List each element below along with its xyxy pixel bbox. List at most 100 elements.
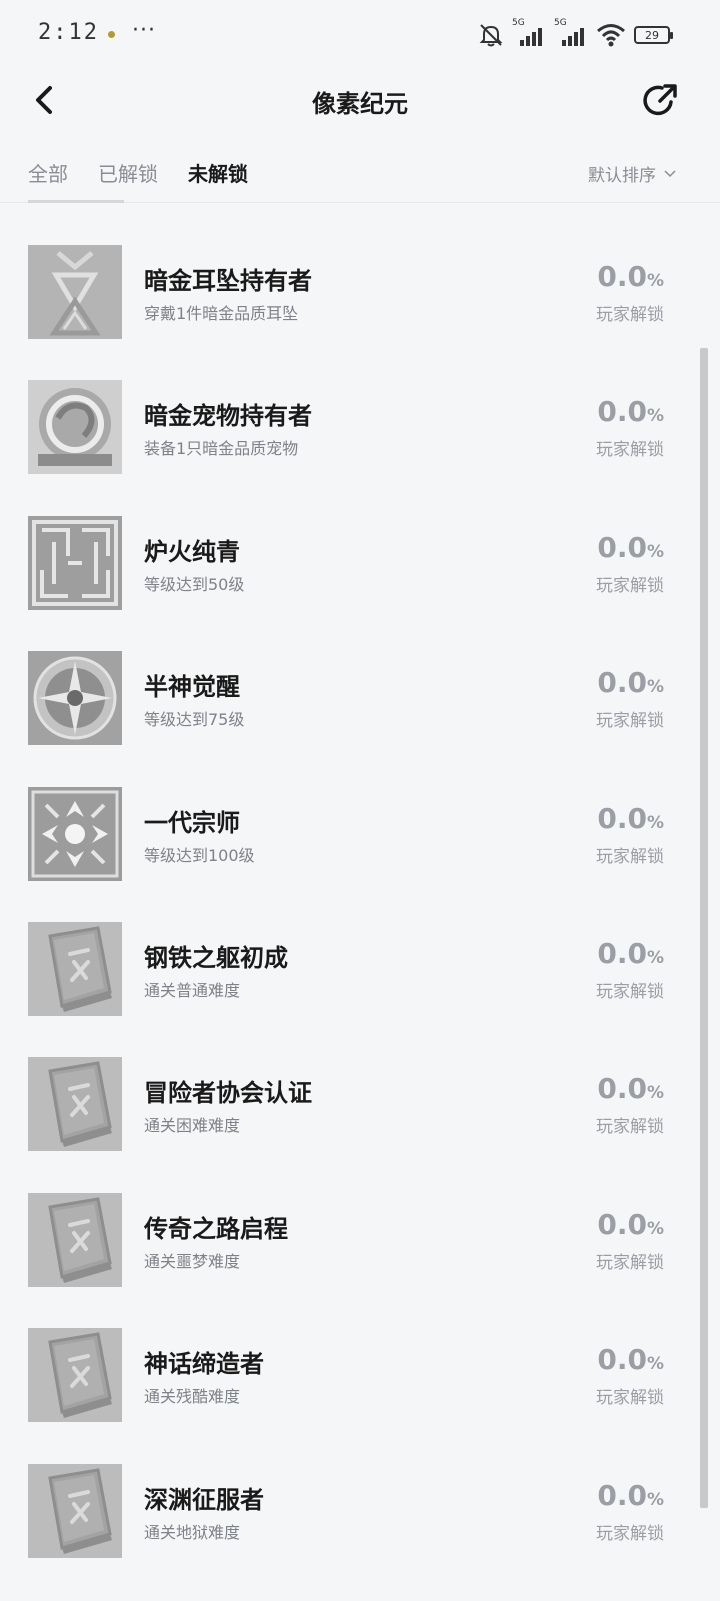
unlock-label: 玩家解锁: [596, 1252, 664, 1273]
percentage-value: 0.0: [597, 1343, 647, 1377]
unlock-percentage: 0.0%: [597, 395, 664, 428]
tab-all[interactable]: 全部: [28, 158, 68, 187]
sort-dropdown[interactable]: 默认排序: [588, 161, 676, 186]
achievement-description: 等级达到50级: [144, 574, 245, 594]
maze-icon: [28, 515, 122, 610]
achievement-title: 一代宗师: [144, 808, 240, 837]
achievement-description: 通关困难难度: [144, 1116, 241, 1136]
unlock-label: 玩家解锁: [596, 982, 664, 1002]
earring-icon: [28, 245, 122, 339]
achievement-row[interactable]: 钢铁之躯初成通关普通难度 0.0% 玩家解锁: [0, 880, 712, 1016]
battery-icon: 29: [634, 26, 673, 44]
unlock-percentage: 0.0%: [597, 666, 664, 699]
achievement-title: 深渊征服者: [144, 1485, 264, 1514]
tab-unlocked[interactable]: 已解锁: [98, 158, 158, 187]
percentage-unit: %: [646, 812, 664, 833]
rune-book-icon: [28, 1328, 122, 1423]
signal-icon: 5G: [512, 18, 546, 48]
achievement-description: 装备1只暗金品质宠物: [144, 439, 299, 459]
unlock-label: 玩家解锁: [596, 305, 664, 325]
rune-book-icon: [28, 1192, 122, 1287]
share-button[interactable]: [640, 80, 680, 120]
filter-tabs: 全部 已解锁 未解锁 默认排序: [0, 150, 720, 203]
wifi-icon: [597, 24, 625, 47]
sort-label: 默认排序: [588, 166, 656, 186]
mute-bell-icon: [479, 24, 503, 47]
achievement-row[interactable]: 一代宗师等级达到100级 0.0% 玩家解锁: [0, 745, 712, 881]
achievement-description: 等级达到100级: [144, 845, 255, 865]
compass-icon: [28, 651, 122, 746]
page-title: 像素纪元: [312, 90, 408, 118]
achievement-description: 通关普通难度: [144, 981, 241, 1000]
unlock-label: 玩家解锁: [596, 1388, 664, 1409]
pattern-icon: [28, 786, 122, 881]
percentage-value: 0.0: [597, 1207, 647, 1241]
share-icon: [643, 84, 677, 116]
tab-locked[interactable]: 未解锁: [188, 158, 248, 187]
percentage-value: 0.0: [597, 937, 647, 970]
unlock-percentage: 0.0%: [597, 802, 664, 835]
percentage-value: 0.0: [597, 1478, 647, 1512]
percentage-unit: %: [646, 1083, 664, 1104]
percentage-unit: %: [646, 948, 664, 968]
unlock-percentage: 0.0%: [597, 1479, 664, 1512]
achievement-title: 神话缔造者: [144, 1350, 264, 1379]
achievement-row[interactable]: 炉火纯青等级达到50级 0.0% 玩家解锁: [0, 474, 712, 610]
achievement-row[interactable]: 深渊征服者通关地狱难度 0.0% 玩家解锁: [0, 1422, 712, 1558]
unlock-label: 玩家解锁: [596, 846, 664, 867]
achievement-description: 等级达到75级: [144, 710, 245, 730]
rune-book-icon: [28, 1057, 122, 1152]
achievement-title: 暗金耳坠持有者: [144, 267, 312, 295]
achievement-title: 钢铁之躯初成: [144, 944, 288, 972]
percentage-value: 0.0: [597, 260, 647, 293]
percentage-unit: %: [646, 677, 664, 698]
more-notifications-icon: ···: [132, 18, 156, 43]
percentage-unit: %: [646, 1489, 664, 1510]
status-bar: 2:12 ··· 5G 5G 29: [0, 0, 720, 70]
achievement-row[interactable]: 传奇之路启程通关噩梦难度 0.0% 玩家解锁: [0, 1151, 712, 1287]
unlock-label: 玩家解锁: [596, 711, 664, 732]
achievement-title: 传奇之路启程: [144, 1214, 288, 1243]
notification-dot-icon: [108, 31, 115, 38]
achievement-description: 穿戴1件暗金品质耳坠: [144, 304, 299, 323]
percentage-value: 0.0: [597, 530, 647, 564]
unlock-label: 玩家解锁: [596, 440, 664, 461]
unlock-percentage: 0.0%: [597, 1208, 664, 1241]
percentage-value: 0.0: [597, 801, 647, 835]
pet-icon: [28, 380, 122, 475]
achievement-description: 通关残酷难度: [144, 1387, 241, 1407]
chevron-down-icon: [664, 169, 676, 177]
achievement-row[interactable]: 神话缔造者通关残酷难度 0.0% 玩家解锁: [0, 1286, 712, 1423]
unlock-percentage: 0.0%: [597, 937, 664, 970]
app-header: 像素纪元: [0, 70, 720, 130]
achievement-title: 半神觉醒: [144, 673, 240, 702]
scrollbar[interactable]: [700, 348, 708, 1508]
unlock-percentage: 0.0%: [597, 1072, 664, 1105]
percentage-unit: %: [646, 1354, 664, 1375]
rune-book-icon: [28, 1463, 122, 1558]
signal-icon: 5G: [554, 18, 588, 48]
achievement-row[interactable]: 冒险者协会认证 通关困难难度 0.0% 玩家解锁: [0, 1015, 712, 1152]
achievement-row[interactable]: 半神觉醒等级达到75级 0.0% 玩家解锁: [0, 609, 712, 746]
achievement-title: 暗金宠物持有者: [144, 402, 312, 431]
status-icons: 5G 5G 29: [478, 18, 673, 52]
percentage-value: 0.0: [597, 1072, 647, 1106]
unlock-percentage: 0.0%: [597, 531, 664, 564]
rune-book-icon: [28, 922, 122, 1016]
status-time: 2:12: [38, 20, 99, 45]
percentage-value: 0.0: [597, 666, 647, 700]
percentage-value: 0.0: [597, 395, 647, 429]
achievement-description: 通关噩梦难度: [144, 1251, 241, 1271]
achievement-title: 冒险者协会认证: [144, 1079, 312, 1108]
unlock-label: 玩家解锁: [596, 1523, 664, 1544]
achievement-row[interactable]: 暗金宠物持有者装备1只暗金品质宠物 0.0% 玩家解锁: [0, 338, 712, 475]
achievement-row[interactable]: 暗金耳坠持有者穿戴1件暗金品质耳坠 0.0% 玩家解锁: [0, 203, 712, 339]
achievement-description: 通关地狱难度: [144, 1522, 241, 1542]
achievement-title: 炉火纯青: [144, 537, 240, 566]
unlock-percentage: 0.0%: [597, 260, 664, 293]
unlock-label: 玩家解锁: [596, 575, 664, 596]
percentage-unit: %: [646, 271, 664, 291]
unlock-percentage: 0.0%: [597, 1343, 664, 1376]
percentage-unit: %: [646, 406, 664, 427]
percentage-unit: %: [646, 1218, 664, 1239]
